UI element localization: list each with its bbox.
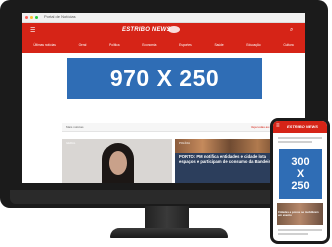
mobile-header: ≡ ESTRIBO NEWS — [273, 121, 327, 133]
maximize-dot-icon[interactable] — [35, 16, 38, 19]
section-header: Mais notícias Veja todas as notícias — [62, 123, 284, 132]
mobile-news-photo[interactable]: Cidades e povos se mobilizam em evento — [277, 203, 323, 225]
monitor-stand-base — [110, 228, 228, 238]
site-logo[interactable]: ESTRIBO NEWS — [122, 27, 171, 33]
mobile-screen: ≡ ESTRIBO NEWS 300 X 250 Cidades e povos… — [273, 121, 327, 241]
text-line — [278, 137, 322, 139]
ad-size-line: 250 — [291, 180, 310, 192]
text-line — [278, 141, 312, 143]
ad-size-line: X — [296, 168, 305, 180]
browser-toolbar: Portal de Notícias — [22, 13, 305, 23]
mobile-site-logo[interactable]: ESTRIBO NEWS — [287, 124, 318, 129]
mobile-phone: ≡ ESTRIBO NEWS 300 X 250 Cidades e povos… — [270, 118, 330, 244]
desktop-screen: Portal de Notícias ☰ ESTRIBO NEWS ⌕ Últi… — [22, 13, 305, 183]
nav-item[interactable]: Política — [109, 43, 119, 47]
section-label: Mais notícias — [66, 125, 84, 129]
ad-banner-970x250[interactable]: 970 X 250 — [67, 58, 262, 99]
nav-item[interactable]: Geral — [79, 43, 87, 47]
news-tag: GERAL — [66, 141, 76, 145]
logo-mark-icon — [168, 26, 180, 33]
ad-size-line: 300 — [291, 156, 310, 168]
nav-item[interactable]: Economia — [142, 43, 156, 47]
text-line — [278, 233, 308, 235]
main-nav: Últimas notícias Geral Política Economia… — [22, 40, 305, 49]
news-tag: POLÍCIA — [179, 141, 191, 145]
news-headline[interactable]: PORTO: PM notifica entidades e cidade lo… — [179, 154, 279, 164]
hamburger-menu-icon[interactable]: ≡ — [276, 123, 280, 129]
mobile-news-headline[interactable]: Cidades e povos se mobilizam em evento — [278, 210, 322, 218]
nav-item[interactable]: Esportes — [179, 43, 192, 47]
monitor-stand-neck — [145, 206, 189, 230]
person-face — [109, 151, 127, 175]
close-dot-icon[interactable] — [25, 16, 28, 19]
browser-tab-title[interactable]: Portal de Notícias — [44, 14, 76, 19]
site-header: ☰ ESTRIBO NEWS ⌕ Últimas notícias Geral … — [22, 23, 305, 53]
nav-item[interactable]: Cultura — [283, 43, 293, 47]
news-card-featured[interactable]: POLÍCIA PORTO: PM notifica entidades e c… — [175, 139, 285, 183]
nav-item[interactable]: Últimas notícias — [33, 43, 56, 47]
search-icon[interactable]: ⌕ — [290, 27, 293, 34]
text-line — [278, 229, 322, 231]
minimize-dot-icon[interactable] — [30, 16, 33, 19]
crowd-photo — [175, 139, 285, 153]
ad-banner-300x250[interactable]: 300 X 250 — [279, 149, 322, 199]
nav-item[interactable]: Saúde — [214, 43, 223, 47]
news-card-photo[interactable]: GERAL — [62, 139, 172, 183]
hamburger-menu-icon[interactable]: ☰ — [30, 27, 35, 34]
nav-item[interactable]: Educação — [246, 43, 260, 47]
